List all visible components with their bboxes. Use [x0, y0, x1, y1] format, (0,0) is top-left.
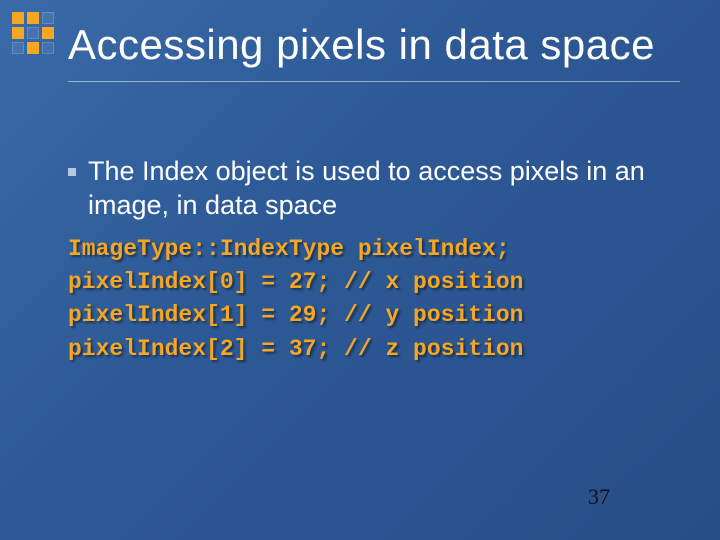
bullet-marker-icon: [68, 168, 76, 176]
code-line: pixelIndex[0] = 27; // x position: [68, 266, 672, 299]
page-number: 37: [588, 484, 610, 510]
deco-square: [12, 27, 24, 39]
deco-square: [42, 27, 54, 39]
code-line: pixelIndex[1] = 29; // y position: [68, 299, 672, 332]
deco-square: [12, 12, 24, 24]
slide: Accessing pixels in data space The Index…: [0, 0, 720, 540]
code-block: ImageType::IndexType pixelIndex; pixelIn…: [68, 233, 672, 366]
deco-square: [27, 27, 39, 39]
deco-square: [27, 12, 39, 24]
deco-square: [42, 12, 54, 24]
deco-square: [27, 42, 39, 54]
deco-square: [12, 42, 24, 54]
slide-body: The Index object is used to access pixel…: [68, 155, 672, 366]
bullet-text: The Index object is used to access pixel…: [88, 155, 672, 223]
corner-decoration: [12, 12, 54, 54]
slide-title: Accessing pixels in data space: [68, 22, 680, 82]
deco-square: [42, 42, 54, 54]
bullet-item: The Index object is used to access pixel…: [68, 155, 672, 223]
code-line: ImageType::IndexType pixelIndex;: [68, 233, 672, 266]
code-line: pixelIndex[2] = 37; // z position: [68, 333, 672, 366]
